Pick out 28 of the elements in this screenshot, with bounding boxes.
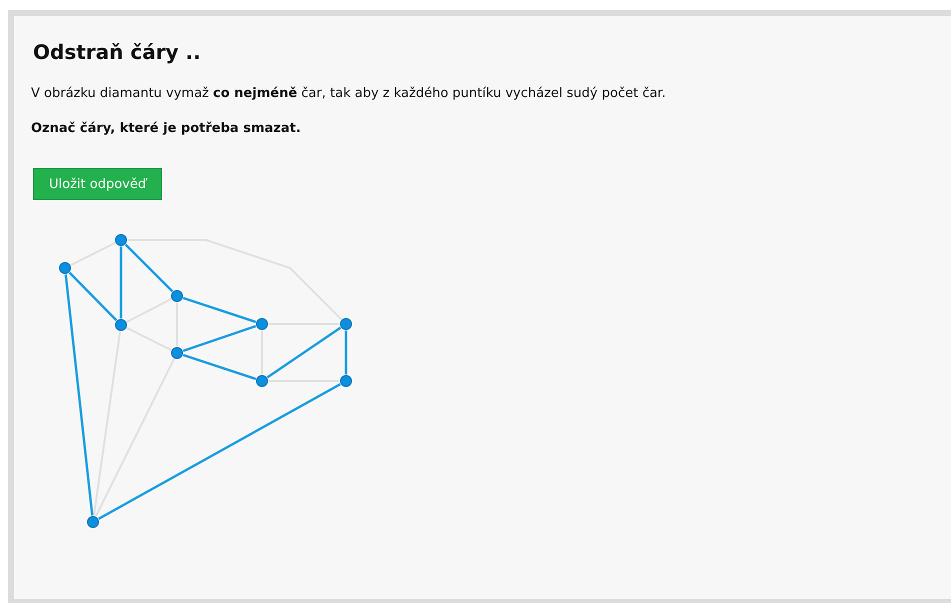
dot <box>115 319 127 331</box>
dot <box>340 318 352 330</box>
line-segment[interactable] <box>182 324 256 352</box>
line-segment[interactable] <box>266 326 342 378</box>
dot <box>115 234 127 246</box>
dot <box>340 375 352 387</box>
dot <box>87 516 99 528</box>
dot <box>59 262 71 274</box>
task-title: Odstraň čáry .. <box>33 40 201 64</box>
dot <box>171 290 183 302</box>
line-segment[interactable] <box>92 331 122 516</box>
line-segment[interactable] <box>128 239 342 320</box>
line-segment[interactable] <box>70 242 116 266</box>
line-segment[interactable] <box>126 298 172 323</box>
line-segment[interactable] <box>182 296 256 324</box>
task-text: Označ čáry, které je potřeba smazat. <box>31 121 301 136</box>
dot <box>256 318 268 330</box>
line-segment[interactable] <box>182 354 256 380</box>
line-segment[interactable] <box>126 327 172 351</box>
save-button[interactable]: Uložit odpověď <box>33 168 162 200</box>
instruction-text: V obrázku diamantu vymaž co nejméně čar, tak aby z každého puntíku vycházel sudý počet čar. <box>31 86 666 101</box>
line-segment[interactable] <box>120 246 122 318</box>
dot <box>171 347 183 359</box>
line-segment[interactable] <box>344 330 348 374</box>
line-segment[interactable] <box>124 244 174 292</box>
line-segment[interactable] <box>98 383 341 520</box>
dot <box>256 375 268 387</box>
line-segment[interactable] <box>68 272 118 322</box>
